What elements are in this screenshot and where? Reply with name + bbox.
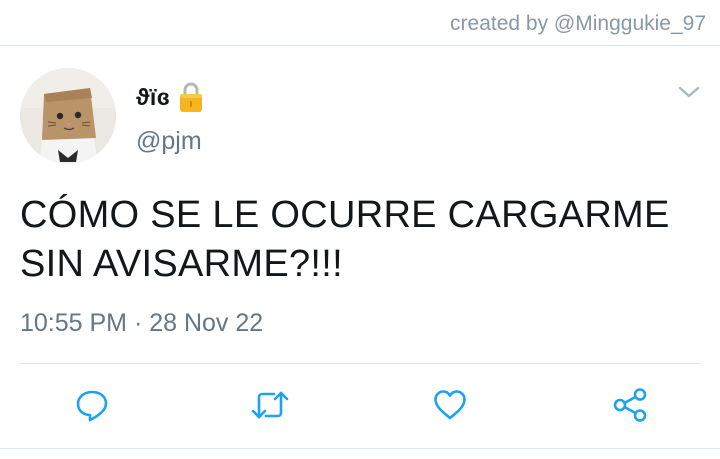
chevron-down-icon[interactable] — [676, 82, 702, 102]
reply-button[interactable] — [72, 385, 112, 425]
avatar-image — [20, 68, 116, 164]
share-button[interactable] — [610, 385, 650, 425]
tweet-text-line: CÓMO SE LE OCURRE CARGARME — [20, 194, 670, 236]
heart-icon — [434, 390, 466, 420]
user-handle[interactable]: @pjm — [136, 127, 202, 156]
share-icon — [613, 388, 647, 422]
tweet-timestamp[interactable]: 10:55 PM · 28 Nov 22 — [20, 309, 263, 338]
credit-bar: created by @Minggukie_97 — [0, 0, 720, 46]
like-button[interactable] — [430, 385, 470, 425]
tweet-text-line: SIN AVISARME?!!! — [20, 243, 343, 285]
avatar[interactable] — [20, 68, 116, 164]
tweet-text: CÓMO SE LE OCURRE CARGARME SIN AVISARME?… — [20, 191, 710, 289]
lock-icon — [178, 81, 204, 113]
divider — [20, 363, 700, 364]
reply-icon — [76, 390, 108, 422]
creator-credit: created by @Minggukie_97 — [450, 12, 706, 35]
retweet-icon — [251, 391, 289, 419]
divider — [0, 448, 720, 449]
author-name-row: ϑïɞ — [136, 80, 204, 114]
retweet-button[interactable] — [250, 385, 290, 425]
display-name[interactable]: ϑïɞ — [136, 84, 170, 111]
